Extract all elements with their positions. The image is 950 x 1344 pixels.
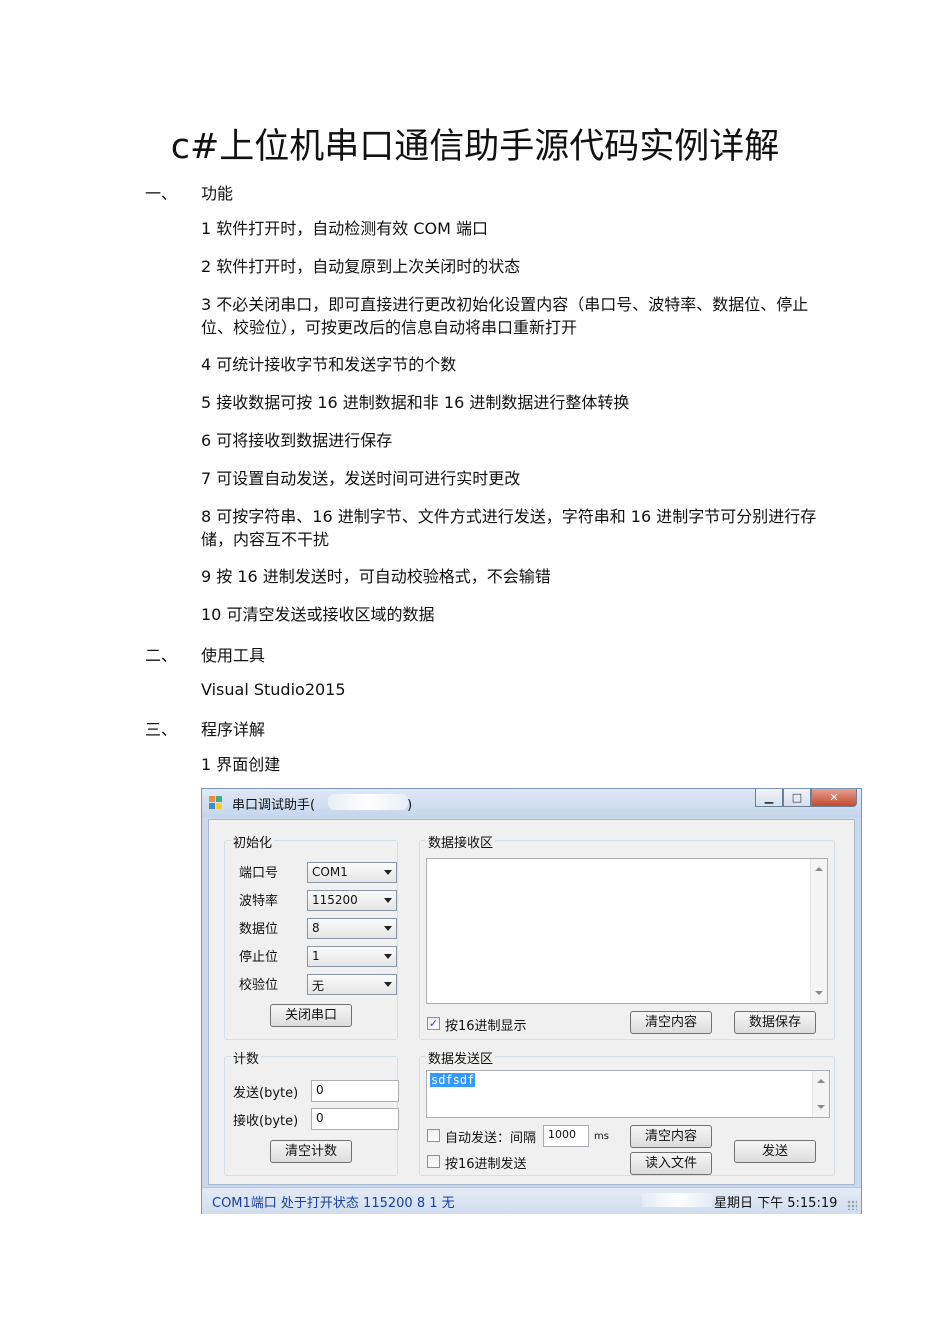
chevron-down-icon <box>384 898 392 903</box>
recv-count-label: 接收(byte) <box>233 1114 299 1129</box>
databits-select[interactable]: 8 <box>307 918 397 939</box>
stopbits-select[interactable]: 1 <box>307 946 397 967</box>
scroll-down-icon <box>815 991 823 995</box>
hex-send-checkbox[interactable] <box>427 1155 440 1168</box>
maximize-icon[interactable]: □ <box>783 789 811 807</box>
hex-display-label: 按16进制显示 <box>445 1019 527 1034</box>
count-group-label: 计数 <box>231 1048 262 1067</box>
status-bar: COM1端口 处于打开状态 115200 8 1 无 星期日 下午 5:15:1… <box>202 1187 861 1214</box>
hex-display-checkbox[interactable]: ✓ <box>427 1017 440 1030</box>
feature-9: 9 按 16 进制发送时，可自动校验格式，不会输错 <box>201 567 551 586</box>
feature-5: 5 接收数据可按 16 进制数据和非 16 进制数据进行整体转换 <box>201 393 630 412</box>
port-label: 端口号 <box>239 866 279 881</box>
feature-10: 10 可清空发送或接收区域的数据 <box>201 605 435 624</box>
feature-4: 4 可统计接收字节和发送字节的个数 <box>201 355 457 374</box>
baud-label: 波特率 <box>239 894 279 909</box>
interval-field[interactable]: 1000 <box>543 1125 589 1147</box>
clear-send-button[interactable]: 清空内容 <box>630 1125 712 1148</box>
stopbits-label: 停止位 <box>239 950 279 965</box>
title-bar: 串口调试助手() ▁ □ ✕ <box>202 789 861 817</box>
scroll-down-icon <box>817 1105 825 1109</box>
scroll-up-icon <box>815 867 823 871</box>
resize-grip-icon[interactable] <box>847 1200 857 1210</box>
receive-area[interactable] <box>426 858 828 1004</box>
status-time: 星期日 下午 5:15:19 <box>714 1196 838 1211</box>
client-area: 初始化 端口号 COM1 波特率 115200 数据位 8 停止位 1 校验位 … <box>208 819 855 1185</box>
section-3: 三、 程序详解 <box>145 720 266 739</box>
chevron-down-icon <box>384 982 392 987</box>
feature-1: 1 软件打开时，自动检测有效 COM 端口 <box>201 219 489 238</box>
receive-scrollbar[interactable] <box>810 859 827 1003</box>
feature-6: 6 可将接收到数据进行保存 <box>201 431 393 450</box>
save-data-button[interactable]: 数据保存 <box>734 1011 816 1034</box>
init-group-label: 初始化 <box>231 832 275 851</box>
status-port: COM1端口 处于打开状态 115200 8 1 无 <box>212 1196 455 1211</box>
feature-2: 2 软件打开时，自动复原到上次关闭时的状态 <box>201 257 521 276</box>
section-1: 一、 功能 <box>145 184 234 203</box>
auto-send-label: 自动发送：间隔 <box>445 1131 537 1146</box>
scroll-up-icon <box>817 1079 825 1083</box>
clear-count-button[interactable]: 清空计数 <box>270 1140 352 1163</box>
send-count-field[interactable]: 0 <box>311 1080 399 1102</box>
feature-7: 7 可设置自动发送，发送时间可进行实时更改 <box>201 469 521 488</box>
send-group-label: 数据发送区 <box>426 1048 496 1067</box>
port-select[interactable]: COM1 <box>307 862 397 883</box>
send-area[interactable]: sdfsdf <box>426 1070 830 1118</box>
tool-name: Visual Studio2015 <box>201 680 346 699</box>
send-scrollbar[interactable] <box>812 1071 829 1117</box>
feature-3: 3 不必关闭串口，即可直接进行更改初始化设置内容（串口号、波特率、数据位、停止位… <box>201 295 809 337</box>
parity-select[interactable]: 无 <box>307 974 397 995</box>
section-2: 二、 使用工具 <box>145 646 266 665</box>
read-file-button[interactable]: 读入文件 <box>630 1152 712 1175</box>
recv-count-field[interactable]: 0 <box>311 1108 399 1130</box>
auto-send-checkbox[interactable] <box>427 1129 440 1142</box>
feature-8: 8 可按字符串、16 进制字节、文件方式进行发送，字符串和 16 进制字节可分别… <box>201 507 817 549</box>
hex-send-label: 按16进制发送 <box>445 1157 527 1172</box>
close-icon[interactable]: ✕ <box>811 789 857 807</box>
redacted-title <box>328 794 408 810</box>
redacted-date <box>642 1193 712 1207</box>
chevron-down-icon <box>384 954 392 959</box>
send-count-label: 发送(byte) <box>233 1086 299 1101</box>
send-button[interactable]: 发送 <box>734 1140 816 1163</box>
databits-label: 数据位 <box>239 922 279 937</box>
baud-select[interactable]: 115200 <box>307 890 397 911</box>
close-port-button[interactable]: 关闭串口 <box>270 1004 352 1027</box>
chevron-down-icon <box>384 926 392 931</box>
send-text: sdfsdf <box>430 1073 476 1087</box>
minimize-icon[interactable]: ▁ <box>755 789 783 807</box>
receive-group-label: 数据接收区 <box>426 832 496 851</box>
ms-label: ms <box>594 1131 609 1142</box>
serial-assistant-window: 串口调试助手() ▁ □ ✕ 初始化 端口号 COM1 波特率 115200 数… <box>201 788 862 1214</box>
clear-receive-button[interactable]: 清空内容 <box>630 1011 712 1034</box>
app-icon <box>209 796 223 810</box>
parity-label: 校验位 <box>239 978 279 993</box>
sub-heading: 1 界面创建 <box>201 755 281 774</box>
chevron-down-icon <box>384 870 392 875</box>
doc-title: c#上位机串口通信助手源代码实例详解 <box>170 127 780 167</box>
